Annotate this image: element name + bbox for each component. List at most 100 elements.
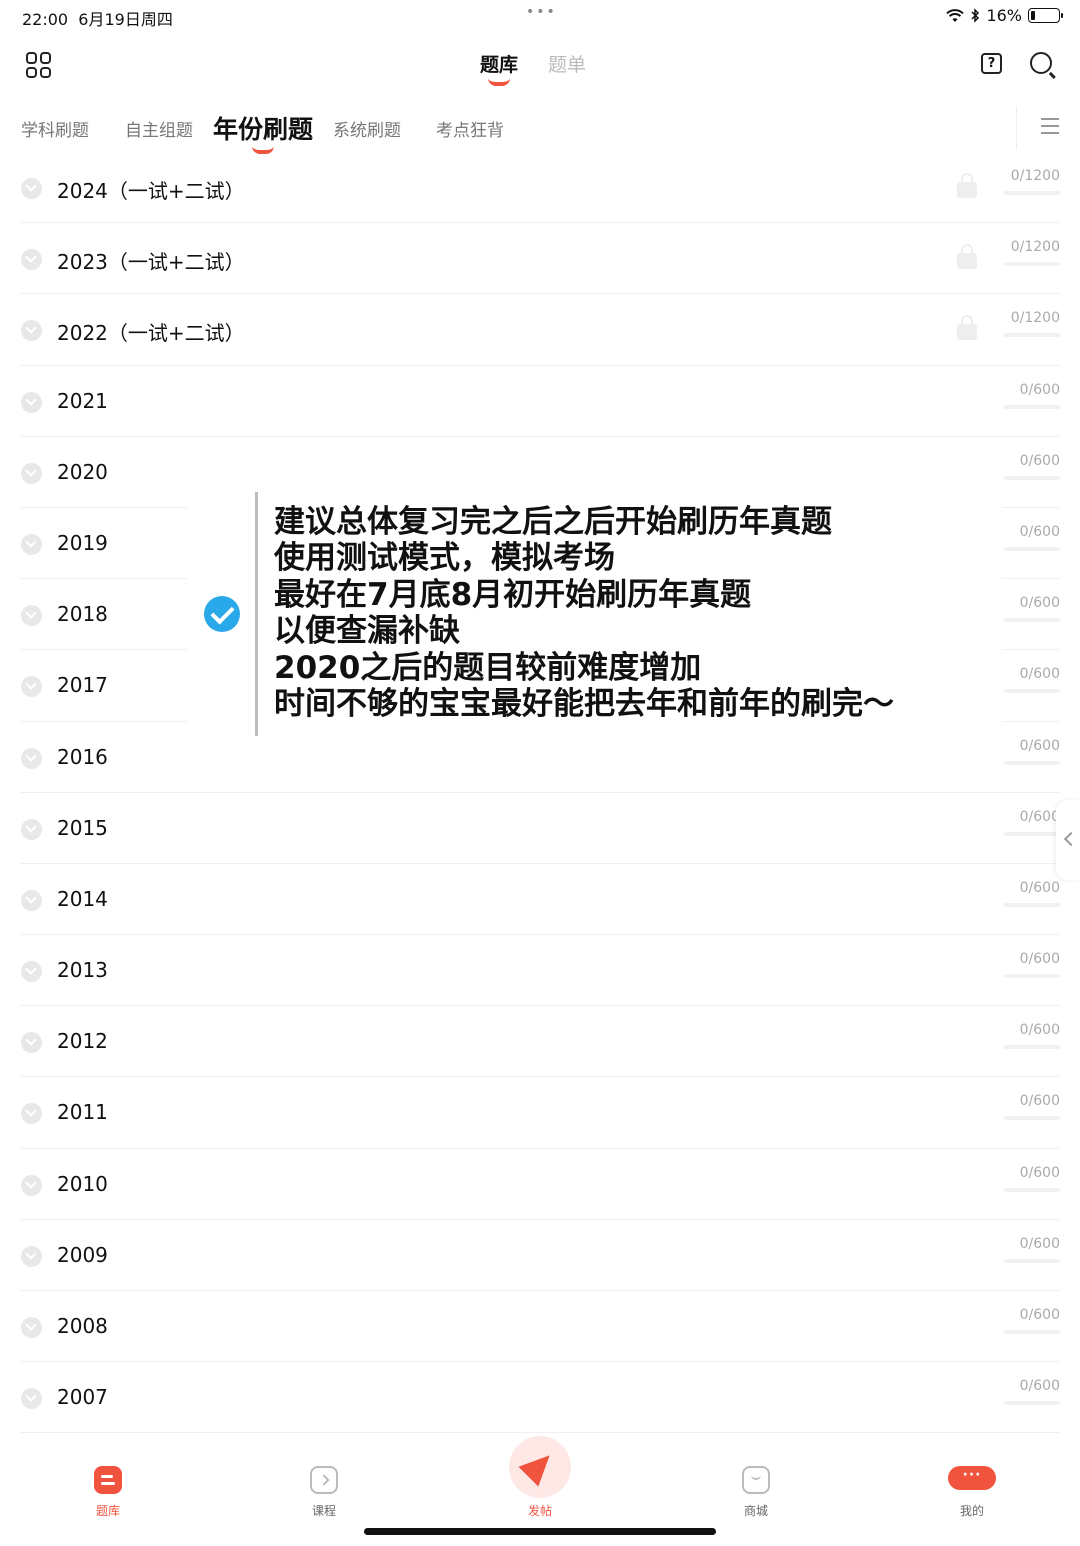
- tab-subject-practice[interactable]: 学科刷题: [21, 116, 89, 141]
- search-icon[interactable]: [1030, 52, 1052, 74]
- chevron-down-icon[interactable]: [21, 676, 42, 698]
- battery-percent: 16%: [986, 6, 1022, 25]
- nav-label: 我的: [959, 1504, 984, 1518]
- chevron-down-icon[interactable]: [21, 462, 42, 484]
- chevron-down-icon[interactable]: [21, 178, 42, 199]
- year-label: 2018: [57, 602, 108, 627]
- progress-bar: [1004, 760, 1060, 765]
- battery-icon: [1028, 8, 1063, 23]
- year-row[interactable]: 2014 0/600: [0, 864, 1080, 936]
- nav-mine[interactable]: ··· 我的: [902, 1436, 1042, 1526]
- header: 题库 题单 ?: [0, 40, 1080, 100]
- year-row[interactable]: 2009 0/600: [0, 1220, 1080, 1292]
- menu-icon[interactable]: [1016, 106, 1080, 150]
- chevron-down-icon[interactable]: [21, 1032, 42, 1054]
- note-line: 2020之后的题目较前难度增加: [274, 649, 702, 686]
- nav-label: 课程: [311, 1504, 336, 1518]
- year-label: 2014: [57, 886, 108, 911]
- chevron-down-icon[interactable]: [21, 961, 42, 983]
- chevron-down-icon[interactable]: [21, 747, 42, 769]
- chevron-down-icon[interactable]: [21, 533, 42, 555]
- status-bar: 22:00 6月19日周四 ••• 16%: [0, 0, 1080, 32]
- wifi-icon: [946, 8, 965, 22]
- tab-question-bank[interactable]: 题库: [480, 50, 518, 86]
- note-line: 建议总体复习完之后之后开始刷历年真题: [274, 504, 832, 540]
- chevron-down-icon[interactable]: [21, 605, 42, 627]
- battery-level: [1031, 11, 1036, 20]
- year-row[interactable]: 2011 0/600: [0, 1077, 1080, 1149]
- chevron-down-icon[interactable]: [21, 1103, 42, 1125]
- progress-count: 0/600: [1019, 523, 1060, 540]
- year-row[interactable]: 2021 0/600: [0, 366, 1080, 437]
- progress-bar: [1004, 404, 1060, 409]
- shop-bag-icon: [742, 1466, 770, 1494]
- chevron-down-icon[interactable]: [21, 1174, 42, 1196]
- year-row[interactable]: 2024（一试+二试） 0/1200: [0, 152, 1080, 224]
- tab-question-list[interactable]: 题单: [548, 50, 586, 77]
- category-tabs: 学科刷题 自主组题 年份刷题 系统刷题 考点狂背: [0, 106, 1080, 158]
- chevron-down-icon[interactable]: [21, 889, 42, 911]
- year-list: 2024（一试+二试） 0/1200 2023（一试+二试） 0/1200 2022（一…: [0, 152, 1080, 1434]
- year-label: 2015: [57, 815, 108, 840]
- tab-system-practice[interactable]: 系统刷题: [333, 116, 401, 141]
- year-row[interactable]: 2008 0/600: [0, 1291, 1080, 1363]
- home-indicator[interactable]: [364, 1528, 716, 1535]
- year-label: 2008: [57, 1314, 108, 1338]
- year-row[interactable]: 2012 0/600: [0, 1006, 1080, 1078]
- help-icon[interactable]: ?: [981, 53, 1002, 74]
- chevron-down-icon[interactable]: [21, 1245, 42, 1267]
- nav-post[interactable]: 发帖: [470, 1436, 610, 1526]
- note-text: 建议总体复习完之后之后开始刷历年真题 使用测试模式，模拟考场 最好在7月底8月初开始…: [274, 504, 894, 722]
- chevron-down-icon[interactable]: [21, 391, 42, 413]
- top-tabs: 题库 题单: [480, 50, 586, 86]
- year-label: 2010: [57, 1171, 108, 1196]
- year-row[interactable]: 2015 0/600: [0, 793, 1080, 865]
- chevron-down-icon[interactable]: [21, 818, 42, 840]
- course-icon: [310, 1466, 338, 1494]
- tab-key-points[interactable]: 考点狂背: [436, 116, 504, 141]
- progress-count: 0/600: [1019, 1093, 1060, 1110]
- chevron-down-icon[interactable]: [21, 1317, 42, 1338]
- year-row[interactable]: 2007 0/600: [0, 1362, 1080, 1434]
- year-row[interactable]: 2022（一试+二试） 0/1200: [0, 294, 1080, 366]
- progress-bar: [1004, 475, 1060, 480]
- year-row[interactable]: 2023（一试+二试） 0/1200: [0, 223, 1080, 295]
- progress-count: 0/1200: [1010, 310, 1060, 327]
- status-indicators: 16%: [946, 6, 1063, 25]
- year-row[interactable]: 2013 0/600: [0, 935, 1080, 1007]
- year-label: 2011: [57, 1100, 108, 1125]
- tab-year-practice[interactable]: 年份刷题: [213, 110, 313, 154]
- progress-bar: [1004, 1116, 1060, 1121]
- progress-count: 0/1200: [1010, 168, 1060, 184]
- lock-icon: [957, 315, 977, 341]
- progress-count: 0/600: [1019, 1307, 1060, 1323]
- bluetooth-icon: [971, 8, 980, 23]
- chevron-down-icon[interactable]: [21, 320, 42, 342]
- nav-course[interactable]: 课程: [254, 1436, 394, 1526]
- chevron-down-icon[interactable]: [21, 249, 42, 271]
- nav-shop[interactable]: 商城: [686, 1436, 826, 1526]
- grid-icon[interactable]: [26, 52, 52, 78]
- year-row[interactable]: 2010 0/600: [0, 1149, 1080, 1221]
- chevron-down-icon[interactable]: [21, 1388, 42, 1410]
- multitask-dots[interactable]: •••: [526, 4, 557, 20]
- progress-count: 0/600: [1019, 666, 1060, 683]
- status-time: 22:00 6月19日周四: [22, 10, 173, 29]
- progress-count: 0/600: [1019, 1022, 1060, 1039]
- nav-label: 发帖: [527, 1504, 552, 1518]
- progress-count: 0/600: [1019, 1164, 1060, 1181]
- side-panel-handle[interactable]: [1056, 800, 1080, 880]
- year-label: 2020: [57, 459, 108, 484]
- progress-bar: [1004, 262, 1060, 267]
- year-label: 2007: [57, 1385, 108, 1410]
- post-button[interactable]: [509, 1436, 571, 1498]
- year-label: 2024（一试+二试）: [57, 179, 245, 203]
- verified-check-icon: [204, 596, 240, 632]
- progress-count: 0/600: [1019, 595, 1060, 612]
- progress-bar: [1004, 831, 1060, 836]
- lock-icon: [957, 244, 977, 270]
- tab-custom-quiz[interactable]: 自主组题: [125, 116, 193, 141]
- progress-count: 0/600: [1019, 1235, 1060, 1252]
- bottom-nav: 题库 课程 发帖 商城 ··· 我的: [0, 1436, 1080, 1546]
- nav-question-bank[interactable]: 题库: [38, 1436, 178, 1526]
